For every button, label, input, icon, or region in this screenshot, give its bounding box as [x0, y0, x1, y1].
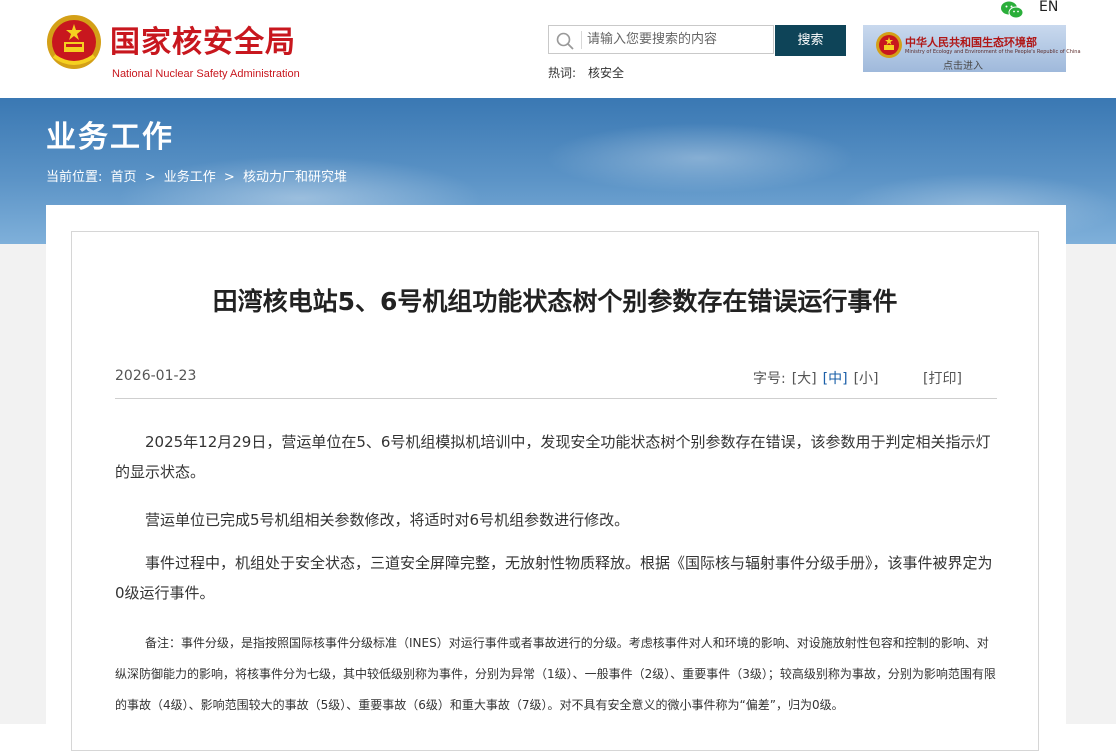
hot-words: 热词: 核安全 [548, 64, 624, 81]
font-size-medium[interactable]: [中] [823, 371, 848, 387]
article-paragraph: 2025年12月29日，营运单位在5、6号机组模拟机培训中，发现安全功能状态树个… [115, 433, 991, 481]
national-emblem-icon [47, 15, 101, 69]
article-title: 田湾核电站5、6号机组功能状态树个别参数存在错误运行事件 [212, 287, 898, 316]
breadcrumb: 当前位置: 首页 > 业务工作 > 核动力厂和研究堆 [46, 166, 351, 185]
logo-title-en: National Nuclear Safety Administration [112, 68, 300, 80]
mee-link-banner[interactable]: 中华人民共和国生态环境部 Ministry of Ecology and Env… [863, 25, 1081, 72]
breadcrumb-business[interactable]: 业务工作 [164, 170, 216, 185]
hot-words-label: 热词: [548, 66, 577, 80]
breadcrumb-label: 当前位置: [46, 170, 103, 185]
search-button[interactable]: 搜索 [775, 25, 846, 56]
english-version-link[interactable]: EN [1039, 0, 1058, 15]
breadcrumb-separator: > [144, 170, 156, 185]
breadcrumb-separator: > [223, 170, 235, 185]
national-emblem-icon [876, 32, 902, 58]
search-input[interactable] [587, 29, 767, 50]
breadcrumb-current[interactable]: 核动力厂和研究堆 [243, 170, 347, 185]
search-icon [556, 32, 574, 50]
wechat-icon[interactable] [1000, 0, 1024, 20]
article-paragraph: 营运单位已完成5号机组相关参数修改，将适时对6号机组参数进行修改。 [145, 511, 630, 529]
section-title: 业务工作 [46, 120, 174, 155]
hot-word-link[interactable]: 核安全 [588, 66, 624, 80]
mee-title: 中华人民共和国生态环境部 [905, 36, 1037, 49]
article-note: 备注：事件分级，是指按照国际核事件分级标准（INES）对运行事件或者事故进行的分… [115, 636, 996, 712]
breadcrumb-home[interactable]: 首页 [111, 170, 137, 185]
site-logo[interactable]: 国家核安全局 National Nuclear Safety Administr… [44, 12, 314, 80]
search-divider [581, 31, 582, 49]
font-size-label: 字号: [753, 371, 786, 387]
site-header: 国家核安全局 National Nuclear Safety Administr… [0, 0, 1116, 98]
print-button[interactable]: [打印] [923, 368, 962, 388]
font-size-large[interactable]: [大] [792, 371, 817, 387]
article-date: 2026-01-23 [115, 368, 197, 384]
font-size-controls: 字号: [大] [中] [小] [753, 368, 879, 388]
logo-title-cn: 国家核安全局 [110, 25, 296, 60]
mee-subtitle: Ministry of Ecology and Environment of t… [905, 49, 1081, 55]
meta-divider [115, 398, 997, 399]
search-box [548, 25, 774, 54]
font-size-small[interactable]: [小] [854, 371, 879, 387]
article-paragraph: 事件过程中，机组处于安全状态，三道安全屏障完整，无放射性物质释放。根据《国际核与… [115, 554, 993, 602]
mee-enter-label: 点击进入 [943, 61, 983, 72]
